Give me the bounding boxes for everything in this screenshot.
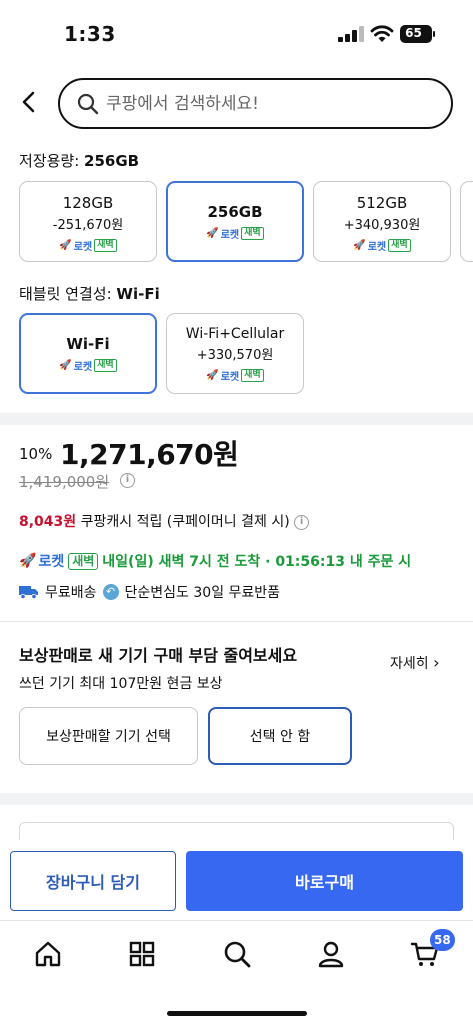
discount-rate: 10% xyxy=(19,445,53,463)
option-name: 256GB xyxy=(207,203,263,221)
original-price-row: 1,419,000원 xyxy=(19,471,109,492)
option-price: -251,670원 xyxy=(52,218,124,233)
cash-info-icon[interactable]: i xyxy=(294,514,310,530)
option-name: 512GB xyxy=(356,194,408,212)
signal-icon xyxy=(338,26,364,42)
rocket-text: 로켓 xyxy=(220,230,240,241)
storage-option-next-partial[interactable] xyxy=(460,181,473,262)
back-arrow-icon[interactable] xyxy=(16,88,44,116)
cart-tab[interactable]: 58 xyxy=(410,929,455,969)
storage-selected: 256GB xyxy=(84,152,140,170)
storage-option-256gb[interactable]: 256GB 🚀 로켓 새벽 xyxy=(166,181,304,262)
dawn-text: 새벽 xyxy=(388,239,411,252)
my-page-icon[interactable] xyxy=(316,939,346,969)
cash-reward-row: 8,043원 쿠팡캐시 적립 (쿠페이머니 결제 시) i xyxy=(19,511,310,531)
rocket-dawn-badge: 🚀 로켓 새벽 xyxy=(59,238,117,253)
truck-icon xyxy=(19,586,38,599)
price-info-icon[interactable]: i xyxy=(120,473,135,488)
add-to-cart-button[interactable]: 장바구니 담기 xyxy=(10,851,176,911)
dawn-text: 새벽 xyxy=(241,369,264,382)
connectivity-option-wifi[interactable]: Wi-Fi 🚀 로켓 새벽 xyxy=(19,313,157,394)
option-price: +340,930원 xyxy=(343,218,421,233)
trade-in-more-link[interactable]: 자세히 › xyxy=(390,653,440,673)
home-indicator xyxy=(167,1011,307,1016)
status-time: 1:33 xyxy=(64,22,116,46)
trade-in-subtitle: 쓰던 기기 최대 107만원 현금 보상 xyxy=(19,676,223,692)
cash-amount: 8,043원 xyxy=(19,514,77,530)
dawn-text: 새벽 xyxy=(94,239,117,252)
connectivity-label: 태블릿 연결성: Wi-Fi xyxy=(19,283,160,304)
search-input[interactable] xyxy=(106,91,426,117)
dawn-text: 새벽 xyxy=(241,227,264,240)
option-name: Wi-Fi xyxy=(66,335,110,353)
storage-option-512gb[interactable]: 512GB +340,930원 🚀 로켓 새벽 xyxy=(313,181,451,262)
rocket-icon: 🚀 xyxy=(59,360,72,371)
buy-now-button[interactable]: 바로구매 xyxy=(186,851,463,911)
categories-icon[interactable] xyxy=(127,939,157,969)
option-price: +330,570원 xyxy=(196,348,274,363)
trade-in-none-button[interactable]: 선택 안 함 xyxy=(208,707,352,765)
delivery-text: 내일(일) 새벽 7시 전 도착 · 01:56:13 내 주문 시 xyxy=(102,554,412,570)
cart-count-badge: 58 xyxy=(430,929,455,951)
section-divider xyxy=(0,413,473,425)
rocket-dawn-badge: 🚀 로켓 새벽 xyxy=(59,358,117,373)
sale-price: 1,271,670원 xyxy=(60,438,239,471)
rocket-icon: 🚀 xyxy=(353,240,366,251)
rocket-dawn-badge: 🚀 로켓 새벽 xyxy=(353,238,411,253)
rocket-icon: 🚀 xyxy=(206,370,219,381)
return-icon: ↶ xyxy=(102,584,119,600)
rocket-dawn-badge: 🚀 로켓 새벽 xyxy=(206,368,264,383)
battery-level: 65 xyxy=(405,26,422,40)
rocket-dawn-badge: 🚀 로켓 새벽 xyxy=(206,226,264,241)
chevron-right-icon: › xyxy=(433,653,440,672)
battery-icon: 65 xyxy=(400,25,435,43)
dawn-badge: 새벽 xyxy=(68,552,99,570)
search-tab-icon[interactable] xyxy=(222,939,252,969)
storage-option-128gb[interactable]: 128GB -251,670원 🚀 로켓 새벽 xyxy=(19,181,157,262)
free-shipping-text: 무료배송 xyxy=(45,585,97,601)
storage-label: 저장용량: 256GB xyxy=(19,150,139,171)
shipping-row: 무료배송 ↶ 단순변심도 30일 무료반품 xyxy=(19,582,280,602)
home-icon[interactable] xyxy=(33,939,63,969)
rocket-text: 로켓 xyxy=(220,372,240,383)
storage-label-text: 저장용량: xyxy=(19,152,80,170)
rocket-icon: 🚀 xyxy=(59,240,72,251)
trade-in-title: 보상판매로 새 기기 구매 부담 줄여보세요 xyxy=(19,646,298,665)
tab-bar: 58 xyxy=(0,920,473,1024)
original-price: 1,419,000원 xyxy=(19,473,110,491)
connectivity-selected: Wi-Fi xyxy=(116,285,160,303)
cash-text: 쿠팡캐시 적립 (쿠페이머니 결제 시) xyxy=(80,514,290,530)
rocket-text: 로켓 xyxy=(73,242,93,253)
wifi-icon xyxy=(370,25,394,42)
option-name: 128GB xyxy=(62,194,114,212)
search-bar[interactable] xyxy=(58,78,453,129)
rocket-text: 로켓 xyxy=(73,362,93,373)
section-line xyxy=(0,621,473,622)
rocket-text: 로켓 xyxy=(367,242,387,253)
connectivity-option-wifi-cellular[interactable]: Wi-Fi+Cellular +330,570원 🚀 로켓 새벽 xyxy=(166,313,304,394)
rocket-logo: 🚀 로켓 xyxy=(19,551,64,571)
delivery-row: 🚀 로켓 새벽 내일(일) 새벽 7시 전 도착 · 01:56:13 내 주문… xyxy=(19,551,411,571)
dawn-text: 새벽 xyxy=(94,359,117,372)
rocket-icon: 🚀 xyxy=(206,228,219,239)
trade-in-select-device-button[interactable]: 보상판매할 기기 선택 xyxy=(19,707,198,765)
status-bar: 1:33 65 xyxy=(0,0,473,66)
connectivity-label-text: 태블릿 연결성: xyxy=(19,285,112,303)
free-return-text: 단순변심도 30일 무료반품 xyxy=(124,585,281,601)
rocket-text: 로켓 xyxy=(38,554,65,570)
more-text: 자세히 xyxy=(390,656,429,672)
rocket-icon: 🚀 xyxy=(19,553,37,569)
search-icon xyxy=(77,93,99,115)
section-divider xyxy=(0,793,473,805)
option-name: Wi-Fi+Cellular xyxy=(185,326,285,342)
purchase-action-bar: 장바구니 담기 바로구매 xyxy=(0,840,473,920)
